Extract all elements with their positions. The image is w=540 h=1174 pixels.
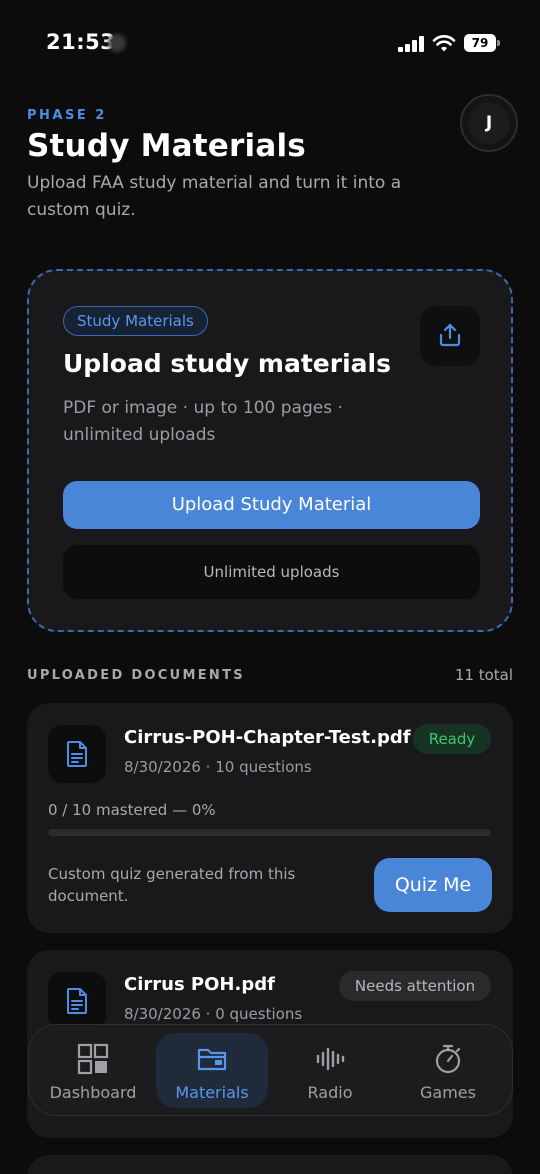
status-badge: Ready xyxy=(413,724,491,754)
folder-icon xyxy=(197,1048,227,1071)
avatar[interactable]: J xyxy=(460,94,518,152)
document-meta: 8/30/2026 · 10 questions xyxy=(124,758,312,776)
tab-radio[interactable]: Radio xyxy=(274,1033,386,1108)
grid-icon xyxy=(77,1043,109,1075)
page-title: Study Materials xyxy=(27,128,306,164)
upload-icon xyxy=(439,323,461,347)
status-time: 21:53 xyxy=(46,30,116,54)
avatar-initial: J xyxy=(468,102,510,144)
phase-label: PHASE 2 xyxy=(27,108,107,123)
battery-icon: 79 xyxy=(464,34,500,52)
status-indicator xyxy=(108,34,126,52)
quiz-me-button[interactable]: Quiz Me xyxy=(374,858,492,912)
wifi-icon xyxy=(432,35,456,52)
tab-games[interactable]: Games xyxy=(392,1033,504,1108)
page-subtitle: Upload FAA study material and turn it in… xyxy=(27,173,402,220)
unlimited-uploads-button[interactable]: Unlimited uploads xyxy=(63,545,480,599)
document-card[interactable] xyxy=(27,1155,513,1174)
tab-materials[interactable]: Materials xyxy=(156,1033,268,1108)
status-bar: 21:53 79 xyxy=(0,0,540,88)
document-meta: 8/30/2026 · 0 questions xyxy=(124,1005,303,1023)
tab-label: Games xyxy=(420,1083,476,1102)
tab-bar: Dashboard Materials Radio Games xyxy=(28,1024,513,1116)
cellular-signal-icon xyxy=(398,36,424,52)
document-name: Cirrus POH.pdf xyxy=(124,974,275,995)
battery-level: 79 xyxy=(471,36,489,50)
tab-dashboard[interactable]: Dashboard xyxy=(37,1033,149,1108)
documents-count: 11 total xyxy=(454,666,513,684)
document-description: Custom quiz generated from this document… xyxy=(48,865,296,905)
document-name: Cirrus-POH-Chapter-Test.pdf xyxy=(124,727,411,748)
upload-title: Upload study materials xyxy=(63,349,391,378)
document-card[interactable]: Cirrus-POH-Chapter-Test.pdf 8/30/2026 · … xyxy=(27,703,513,933)
study-materials-chip: Study Materials xyxy=(63,306,208,336)
upload-description: PDF or image · up to 100 pages · unlimit… xyxy=(63,398,343,445)
document-icon xyxy=(48,972,106,1030)
tab-label: Dashboard xyxy=(49,1083,137,1102)
tab-label: Radio xyxy=(307,1083,353,1102)
mastery-progress-bar xyxy=(48,829,491,836)
document-icon xyxy=(48,725,106,783)
upload-study-material-button[interactable]: Upload Study Material xyxy=(63,481,480,529)
waveform-icon xyxy=(316,1047,345,1071)
mastery-progress-text: 0 / 10 mastered — 0% xyxy=(48,801,216,819)
upload-icon-button[interactable] xyxy=(420,306,480,366)
upload-card[interactable]: Study Materials Upload study materials P… xyxy=(27,269,513,632)
stopwatch-icon xyxy=(435,1044,461,1074)
tab-label: Materials xyxy=(175,1083,249,1102)
status-badge: Needs attention xyxy=(339,971,491,1001)
uploaded-documents-heading: UPLOADED DOCUMENTS xyxy=(27,668,245,683)
